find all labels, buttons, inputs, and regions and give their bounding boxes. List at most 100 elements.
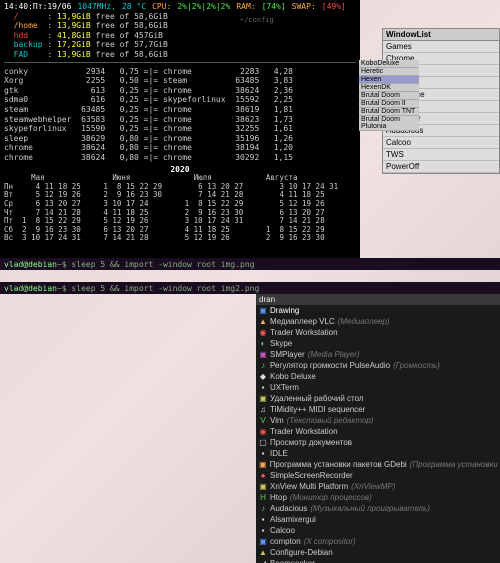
swap-usage: [49%] <box>322 2 346 12</box>
menu-item[interactable]: ▲Медиаплеер VLC(Медиаплеер) <box>256 316 500 327</box>
menu-item[interactable]: HHtop(Монитор процессов) <box>256 492 500 503</box>
window-sub-item[interactable]: Hexen <box>359 76 419 84</box>
app-icon: ▲ <box>259 548 267 557</box>
app-icon: V <box>259 416 267 425</box>
proc-row: steamwebhelper 63583 0,25 =|= chrome 386… <box>4 115 356 125</box>
menu-item-label: SimpleScreenRecorder <box>270 471 353 480</box>
menu-item-label: Skype <box>270 339 292 348</box>
disk-row: FAD : 13,9GiB free of 58,6GiB <box>4 50 356 60</box>
app-icon: ◉ <box>259 427 267 436</box>
app-icon: ♪ <box>259 504 267 513</box>
menu-item[interactable]: ♫TiMidity++ MIDI sequencer <box>256 404 500 415</box>
prompt-user: vlad@debian <box>4 284 57 293</box>
proc-row: Xorg 2255 0,50 =|= steam 63485 3,83 <box>4 76 356 86</box>
ram-label: RAM: <box>236 2 255 12</box>
window-sub-item[interactable]: KoboDeluxe <box>359 60 419 68</box>
window-sub-item[interactable]: Brutal Doom <box>359 92 419 100</box>
calendar-grid: Пн 4 11 18 25 1 8 15 22 29 6 13 20 27 3 … <box>4 183 356 243</box>
menu-item-label: Boomseeker <box>270 559 315 563</box>
proc-row: skypeforlinux 15590 0,25 =|= chrome 3225… <box>4 124 356 134</box>
app-icon: ▪ <box>259 449 267 458</box>
menu-item-comment: (XnViewMP) <box>351 482 395 491</box>
menu-item-label: SMPlayer <box>270 350 305 359</box>
application-menu: dran ▣Drawing▲Медиаплеер VLC(Медиаплеер)… <box>256 294 500 563</box>
cpu-usage: 2%|2%|2%|2% <box>177 2 230 12</box>
disk-row: /home : 13,9GiB free of 58,6GiB <box>4 21 356 31</box>
menu-item-label: Программа установки пакетов GDebi <box>270 460 407 469</box>
cpu-label: CPU: <box>152 2 171 12</box>
menu-item-label: Configure-Debian <box>270 548 333 557</box>
prompt-cmd: ~$ sleep 5 && import -window root img.pn… <box>57 260 254 269</box>
proc-row: chrome 38624 0,80 =|= chrome 30292 1,15 <box>4 153 356 163</box>
menu-item-label: Trader Workstation <box>270 427 338 436</box>
window-sub-item[interactable]: HexenDK <box>359 84 419 92</box>
menu-item[interactable]: ▪IDLE <box>256 448 500 459</box>
calendar-row: Вс 3 10 17 24 31 7 14 21 28 5 12 19 26 2… <box>4 234 356 243</box>
app-icon: ♫ <box>259 405 267 414</box>
menu-item[interactable]: ▣Удаленный рабочий стол <box>256 393 500 404</box>
proc-row: sdma0 616 0,25 =|= skypeforlinux 15592 2… <box>4 95 356 105</box>
window-sub-item[interactable]: Brutal Doom TNT <box>359 108 419 116</box>
window-list-header: WindowList <box>383 29 499 41</box>
menu-item-label: XnView Multi Platform <box>270 482 348 491</box>
menu-item-label: Trader Workstation <box>270 328 338 337</box>
app-icon: ♪ <box>259 361 267 370</box>
menu-item-comment: (Медиаплеер) <box>338 317 390 326</box>
menu-item[interactable]: ●SimpleScreenRecorder <box>256 470 500 481</box>
menu-item-label: Drawing <box>270 306 299 315</box>
menu-item[interactable]: ▪UXTerm <box>256 382 500 393</box>
terminal-prompt-2[interactable]: vlad@debian~$ sleep 5 && import -window … <box>0 282 500 294</box>
menu-item[interactable]: ◢Boomseeker <box>256 558 500 563</box>
menu-item[interactable]: ◉Trader Workstation <box>256 327 500 338</box>
terminal-prompt-1[interactable]: vlad@debian~$ sleep 5 && import -window … <box>0 258 500 270</box>
menu-item[interactable]: ◆Kobo Deluxe <box>256 371 500 382</box>
app-icon: ▣ <box>259 394 267 403</box>
clock: 14:40:Пт:19/06 <box>4 2 71 12</box>
app-icon: H <box>259 493 267 502</box>
menu-item[interactable]: ▣SMPlayer(Media Player) <box>256 349 500 360</box>
app-icon: ▪ <box>259 383 267 392</box>
menu-item-label: Удаленный рабочий стол <box>270 394 364 403</box>
window-sub-item[interactable]: Brutal Doom Plutonia <box>359 116 419 131</box>
menu-item-label: Htop <box>270 493 287 502</box>
menu-item[interactable]: ▣XnView Multi Platform(XnViewMP) <box>256 481 500 492</box>
window-list-item[interactable]: Calcoo <box>383 137 499 149</box>
disk-row: / : 13,9GiB free of 58,6GiB <box>4 12 356 22</box>
menu-item-comment: (Музыкальный проигрыватель) <box>310 504 430 513</box>
app-icon: ▲ <box>259 317 267 326</box>
menu-item[interactable]: ◉Trader Workstation <box>256 426 500 437</box>
menu-item-label: Регулятор громкости PulseAudio <box>270 361 390 370</box>
menu-item[interactable]: ▣compton(X compositor) <box>256 536 500 547</box>
cpu-temp: 28 °C <box>122 2 146 12</box>
disk-row: hdd : 41,8GiB free of 457GiB <box>4 31 356 41</box>
menu-item[interactable]: ▪Alsamixergui <box>256 514 500 525</box>
app-icon: ◆ <box>259 372 267 381</box>
menu-item[interactable]: ▲Configure-Debian <box>256 547 500 558</box>
ram-usage: [74%] <box>262 2 286 12</box>
prompt-user: vlad@debian <box>4 260 57 269</box>
window-sub-item[interactable]: Brutal Doom II <box>359 100 419 108</box>
menu-item[interactable]: ♪Audacious(Музыкальный проигрыватель) <box>256 503 500 514</box>
window-list-item[interactable]: PowerOff <box>383 161 499 173</box>
menu-item[interactable]: ▪Calcoo <box>256 525 500 536</box>
conky-terminal: 14:40:Пт:19/06 1047MHz, 28 °C CPU: 2%|2%… <box>0 0 360 258</box>
cpu-freq: 1047MHz, <box>77 2 116 12</box>
menu-item[interactable]: ▣Программа установки пакетов GDebi(Прогр… <box>256 459 500 470</box>
disk-row: backup : 17,2GiB free of 57,7GiB <box>4 40 356 50</box>
menu-item-label: Audacious <box>270 504 307 513</box>
menu-item-label: IDLE <box>270 449 288 458</box>
window-list-item[interactable]: Games <box>383 41 499 53</box>
menu-item-comment: (X compositor) <box>304 537 356 546</box>
menu-item-label: Kobo Deluxe <box>270 372 316 381</box>
divider <box>4 62 356 63</box>
menu-item[interactable]: ▢Просмотр документов <box>256 437 500 448</box>
menu-item[interactable]: ▣Drawing <box>256 305 500 316</box>
window-list-item[interactable]: TWS <box>383 149 499 161</box>
menu-item[interactable]: VVim(Текстовый редактор) <box>256 415 500 426</box>
proc-row: conky 2934 0,75 =|= chrome 2283 4,28 <box>4 67 356 77</box>
window-sub-item[interactable]: Heretic <box>359 68 419 76</box>
status-bar: 14:40:Пт:19/06 1047MHz, 28 °C CPU: 2%|2%… <box>4 2 356 12</box>
process-list: conky 2934 0,75 =|= chrome 2283 4,28Xorg… <box>4 67 356 163</box>
menu-item[interactable]: ♪Регулятор громкости PulseAudio(Громкост… <box>256 360 500 371</box>
menu-item[interactable]: ◐Skype <box>256 338 500 349</box>
